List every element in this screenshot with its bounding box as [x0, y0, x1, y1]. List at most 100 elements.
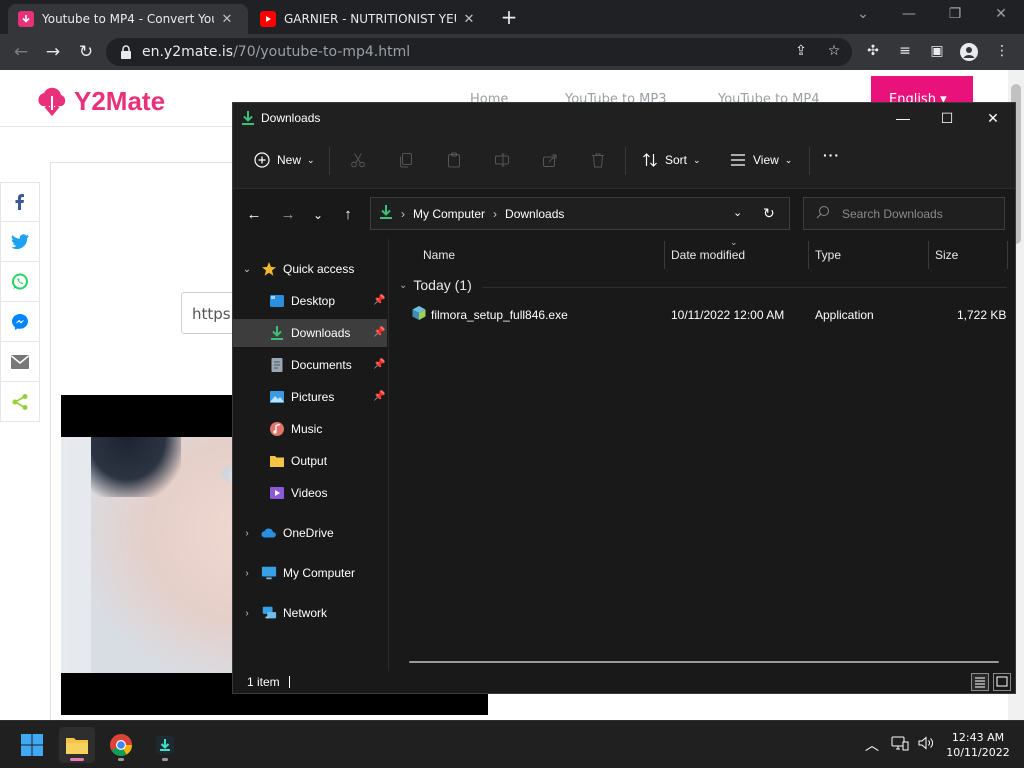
column-separator[interactable] — [928, 241, 929, 269]
close-tab-icon[interactable]: ✕ — [462, 12, 476, 27]
taskbar-clock[interactable]: 12:43 AM 10/11/2022 — [942, 730, 1014, 760]
taskbar-installer-app[interactable] — [147, 727, 183, 763]
recent-locations-chevron-icon[interactable]: ⌄ — [309, 206, 327, 224]
side-panel-icon[interactable]: ▣ — [928, 43, 946, 61]
nav-item-my-computer[interactable]: › My Computer — [233, 559, 387, 587]
details-view-icon[interactable] — [971, 673, 989, 691]
explorer-back-icon[interactable]: ← — [245, 206, 263, 224]
file-list-horizontal-scrollbar[interactable] — [409, 661, 999, 663]
network-status-icon[interactable] — [890, 735, 910, 755]
group-divider — [483, 287, 1007, 288]
share-file-icon[interactable] — [541, 151, 559, 169]
explorer-maximize-icon[interactable]: ☐ — [927, 107, 967, 129]
table-row[interactable]: filmora_setup_full846.exe 10/11/2022 12:… — [393, 301, 1009, 327]
address-history-chevron-icon[interactable]: ⌄ — [733, 206, 742, 219]
nav-item-quick-access[interactable]: ⌄ Quick access — [233, 255, 387, 283]
more-options-button[interactable]: ··· — [823, 147, 840, 163]
chevron-right-icon[interactable]: › — [241, 608, 253, 619]
explorer-search-box[interactable]: Search Downloads — [803, 197, 1005, 230]
twitter-share-button[interactable] — [0, 222, 40, 262]
explorer-titlebar[interactable]: Downloads — ☐ ✕ — [233, 103, 1015, 133]
reload-icon[interactable]: ↻ — [75, 41, 97, 63]
nav-item-downloads[interactable]: Downloads 📌 — [233, 319, 387, 347]
new-button[interactable]: New ⌄ — [253, 151, 315, 169]
chevron-down-icon: ⌄ — [693, 154, 701, 165]
column-separator[interactable] — [808, 241, 809, 269]
close-tab-icon[interactable]: ✕ — [220, 12, 234, 27]
start-button[interactable] — [14, 727, 50, 763]
tiles-view-icon[interactable] — [993, 673, 1011, 691]
browser-tab-y2mate[interactable]: Youtube to MP4 - Convert Youtube ✕ — [8, 4, 248, 34]
refresh-icon[interactable]: ↻ — [763, 205, 775, 222]
copy-icon[interactable] — [397, 151, 415, 169]
sort-label: Sort — [665, 153, 688, 167]
chevron-right-icon[interactable]: › — [241, 568, 253, 579]
profile-avatar-icon[interactable] — [960, 43, 978, 61]
up-arrow-icon[interactable]: ↑ — [339, 206, 357, 224]
browser-tab-garnier[interactable]: GARNIER - NUTRITIONIST YEUX ✕ — [250, 4, 490, 34]
tab-search-chevron-icon[interactable]: ⌄ — [852, 6, 874, 24]
taskbar-chrome[interactable] — [103, 727, 139, 763]
column-separator[interactable] — [1007, 241, 1008, 269]
column-header-date-modified[interactable]: Date modified — [671, 248, 745, 262]
nav-item-onedrive[interactable]: › OneDrive — [233, 519, 387, 547]
group-header-today[interactable]: ⌄ Today (1) — [399, 277, 472, 293]
whatsapp-share-button[interactable] — [0, 262, 40, 302]
chevron-down-icon: ⌄ — [784, 154, 793, 165]
media-control-icon[interactable]: ≡ — [896, 43, 914, 61]
explorer-minimize-icon[interactable]: — — [883, 107, 923, 129]
messenger-share-button[interactable] — [0, 302, 40, 342]
volume-icon[interactable] — [916, 735, 936, 755]
column-header-type[interactable]: Type — [815, 248, 841, 262]
nav-item-pictures[interactable]: Pictures 📌 — [233, 383, 387, 411]
sort-button[interactable]: Sort ⌄ — [641, 151, 701, 169]
navigation-pane: ⌄ Quick access Desktop 📌 Downloads 📌 Doc — [233, 239, 389, 671]
nav-item-network[interactable]: › Network — [233, 599, 387, 627]
nav-item-output[interactable]: Output — [233, 447, 387, 475]
nav-item-documents[interactable]: Documents 📌 — [233, 351, 387, 379]
restore-icon[interactable]: ❐ — [944, 6, 966, 24]
more-share-button[interactable] — [0, 382, 40, 422]
delete-trash-icon[interactable] — [589, 151, 607, 169]
close-window-icon[interactable]: ✕ — [990, 6, 1012, 24]
minimize-icon[interactable]: — — [898, 6, 920, 24]
messenger-icon — [12, 313, 28, 330]
nav-item-desktop[interactable]: Desktop 📌 — [233, 287, 387, 315]
paste-icon[interactable] — [445, 151, 463, 169]
column-separator[interactable] — [664, 241, 665, 269]
site-logo[interactable]: Y2Mate — [34, 84, 165, 118]
rename-icon[interactable] — [493, 151, 511, 169]
view-button[interactable]: View ⌄ — [729, 151, 792, 169]
nav-item-videos[interactable]: Videos — [233, 479, 387, 507]
chevron-right-icon[interactable]: › — [241, 528, 253, 539]
explorer-address-bar[interactable]: › My Computer › Downloads ⌄ ↻ — [370, 197, 790, 230]
facebook-share-button[interactable] — [0, 182, 40, 222]
cut-icon[interactable] — [349, 151, 367, 169]
email-share-button[interactable] — [0, 342, 40, 382]
taskbar-file-explorer[interactable] — [59, 727, 95, 763]
show-hidden-icons-chevron-icon[interactable]: ︿ — [862, 735, 882, 755]
pin-icon[interactable]: 📌 — [373, 295, 385, 307]
share-nodes-icon — [12, 393, 28, 410]
address-bar[interactable]: en.y2mate.is/70/youtube-to-mp4.html — [106, 38, 852, 66]
breadcrumb-downloads[interactable]: Downloads — [505, 207, 564, 221]
pin-icon[interactable]: 📌 — [373, 359, 385, 371]
column-header-name[interactable]: Name — [423, 248, 455, 262]
extensions-puzzle-icon[interactable]: ✣ — [864, 43, 882, 61]
new-tab-button[interactable]: + — [498, 7, 520, 29]
browser-menu-icon[interactable]: ⋮ — [993, 43, 1011, 61]
breadcrumb-my-computer[interactable]: My Computer — [413, 207, 485, 221]
forward-arrow-icon[interactable]: → — [42, 41, 64, 63]
nav-item-music[interactable]: Music — [233, 415, 387, 443]
pin-icon[interactable]: 📌 — [373, 391, 385, 403]
explorer-forward-icon[interactable]: → — [279, 206, 297, 224]
taskbar: ︿ 12:43 AM 10/11/2022 — [0, 720, 1024, 768]
pin-icon[interactable]: 📌 — [373, 327, 385, 339]
column-header-size[interactable]: Size — [935, 248, 958, 262]
share-icon[interactable]: ⇪ — [792, 43, 810, 61]
bookmark-star-icon[interactable]: ☆ — [825, 43, 843, 61]
explorer-close-icon[interactable]: ✕ — [973, 107, 1013, 129]
breadcrumb-separator-icon: › — [493, 206, 498, 221]
explorer-title: Downloads — [261, 111, 321, 125]
back-arrow-icon[interactable]: ← — [10, 41, 32, 63]
